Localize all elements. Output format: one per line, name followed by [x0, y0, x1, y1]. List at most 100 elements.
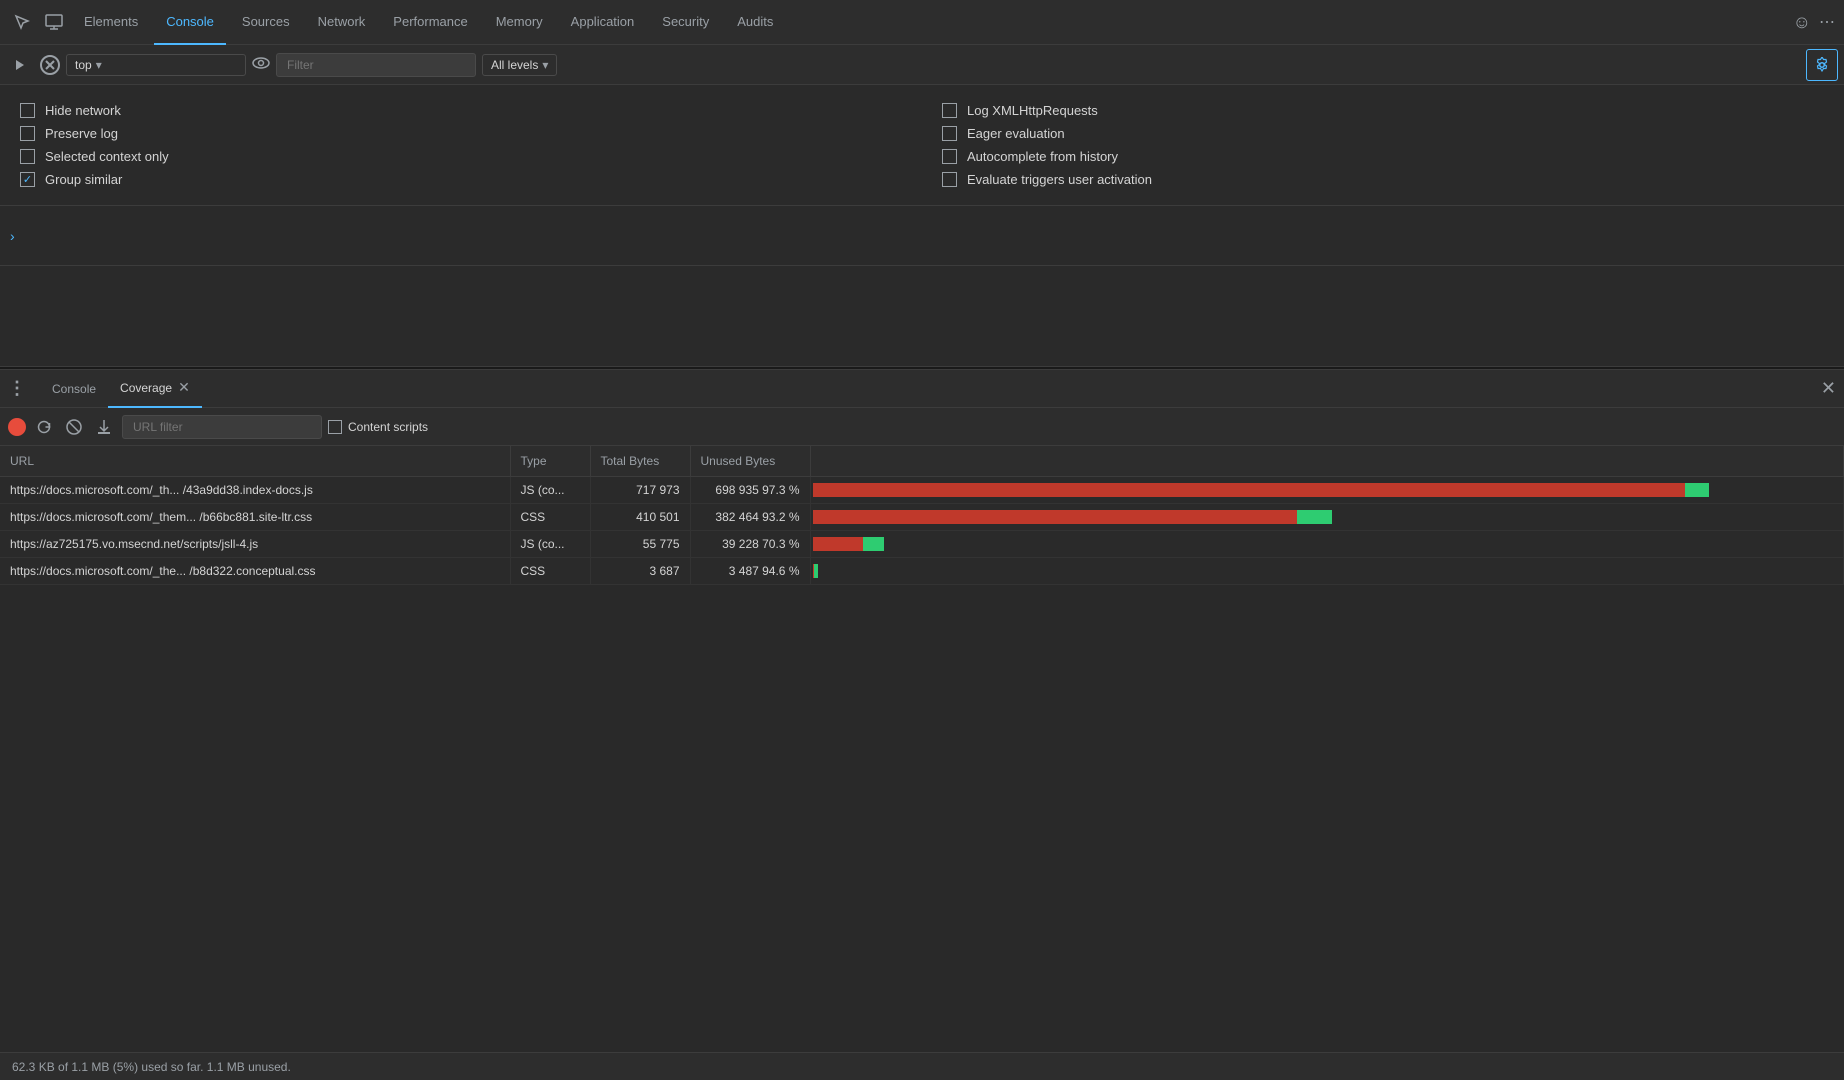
- panel-menu-icon[interactable]: ⋮: [8, 378, 28, 399]
- tab-elements[interactable]: Elements: [72, 0, 150, 45]
- selected-context-checkbox[interactable]: [20, 149, 35, 164]
- tab-application[interactable]: Application: [559, 0, 647, 45]
- tab-console[interactable]: Console: [154, 0, 226, 45]
- cell-total-bytes: 717 973: [590, 477, 690, 504]
- log-xmlhttp-label: Log XMLHttpRequests: [967, 103, 1098, 118]
- eye-icon[interactable]: [252, 56, 270, 74]
- table-header-row: URL Type Total Bytes Unused Bytes: [0, 446, 1844, 477]
- cell-unused-bytes: 39 228 70.3 %: [690, 531, 810, 558]
- tab-security[interactable]: Security: [650, 0, 721, 45]
- cursor-icon[interactable]: [8, 8, 36, 36]
- eager-eval-label: Eager evaluation: [967, 126, 1065, 141]
- setting-selected-context[interactable]: Selected context only: [20, 145, 902, 168]
- table-row[interactable]: https://docs.microsoft.com/_them... /b66…: [0, 504, 1844, 531]
- col-header-unused[interactable]: Unused Bytes: [690, 446, 810, 477]
- hide-network-label: Hide network: [45, 103, 121, 118]
- stop-button[interactable]: [62, 415, 86, 439]
- bar-unused-segment: [813, 537, 863, 551]
- levels-chevron-icon: ▾: [542, 58, 548, 72]
- console-toolbar: top ▾ All levels ▾: [0, 45, 1844, 85]
- url-filter-input[interactable]: [122, 415, 322, 439]
- tab-coverage[interactable]: Coverage ✕: [108, 370, 202, 408]
- expand-icon[interactable]: [6, 51, 34, 79]
- refresh-button[interactable]: [32, 415, 56, 439]
- cell-usage-bar: [810, 477, 1844, 504]
- coverage-tab-close-icon[interactable]: ✕: [178, 379, 190, 396]
- levels-selector[interactable]: All levels ▾: [482, 54, 557, 76]
- preserve-log-checkbox[interactable]: [20, 126, 35, 141]
- record-button[interactable]: [8, 418, 26, 436]
- settings-right: Log XMLHttpRequests Eager evaluation Aut…: [942, 99, 1824, 191]
- more-icon[interactable]: ⋯: [1819, 12, 1836, 32]
- cell-type: CSS: [510, 504, 590, 531]
- download-button[interactable]: [92, 415, 116, 439]
- prompt-arrow-icon: ›: [10, 228, 15, 244]
- status-text: 62.3 KB of 1.1 MB (5%) used so far. 1.1 …: [12, 1060, 291, 1074]
- eager-eval-checkbox[interactable]: [942, 126, 957, 141]
- bar-unused-segment: [813, 483, 1686, 497]
- settings-left: Hide network Preserve log Selected conte…: [20, 99, 902, 191]
- cell-unused-bytes: 3 487 94.6 %: [690, 558, 810, 585]
- setting-autocomplete[interactable]: Autocomplete from history: [942, 145, 1824, 168]
- autocomplete-label: Autocomplete from history: [967, 149, 1118, 164]
- cell-usage-bar: [810, 558, 1844, 585]
- usage-bar: [813, 510, 1333, 524]
- screen-icon[interactable]: [40, 8, 68, 36]
- console-tab-label: Console: [52, 382, 96, 396]
- table-row[interactable]: https://docs.microsoft.com/_the... /b8d3…: [0, 558, 1844, 585]
- coverage-tab-label: Coverage: [120, 381, 172, 395]
- settings-panel: Hide network Preserve log Selected conte…: [0, 85, 1844, 206]
- usage-bar: [813, 483, 1710, 497]
- selected-context-label: Selected context only: [45, 149, 169, 164]
- gear-button[interactable]: [1806, 49, 1838, 81]
- cell-usage-bar: [810, 504, 1844, 531]
- content-scripts-label-text: Content scripts: [348, 420, 428, 434]
- setting-log-xmlhttp[interactable]: Log XMLHttpRequests: [942, 99, 1824, 122]
- col-header-url[interactable]: URL: [0, 446, 510, 477]
- clear-console-icon[interactable]: [40, 55, 60, 75]
- tab-console-bottom[interactable]: Console: [40, 370, 108, 408]
- status-bar: 62.3 KB of 1.1 MB (5%) used so far. 1.1 …: [0, 1052, 1844, 1080]
- group-similar-checkbox[interactable]: [20, 172, 35, 187]
- setting-eager-eval[interactable]: Eager evaluation: [942, 122, 1824, 145]
- cell-unused-bytes: 382 464 93.2 %: [690, 504, 810, 531]
- evaluate-triggers-checkbox[interactable]: [942, 172, 957, 187]
- tab-audits[interactable]: Audits: [725, 0, 785, 45]
- tab-memory[interactable]: Memory: [484, 0, 555, 45]
- bar-unused-segment: [813, 510, 1298, 524]
- context-value: top: [75, 58, 92, 72]
- bar-used-segment: [814, 564, 818, 578]
- cell-type: CSS: [510, 558, 590, 585]
- smiley-icon[interactable]: ☺: [1793, 12, 1811, 33]
- hide-network-checkbox[interactable]: [20, 103, 35, 118]
- col-header-bar: [810, 446, 1844, 477]
- setting-evaluate-triggers[interactable]: Evaluate triggers user activation: [942, 168, 1824, 191]
- toolbar-right: ☺ ⋯: [1793, 12, 1836, 33]
- bar-used-segment: [863, 537, 884, 551]
- table-row[interactable]: https://az725175.vo.msecnd.net/scripts/j…: [0, 531, 1844, 558]
- log-xmlhttp-checkbox[interactable]: [942, 103, 957, 118]
- close-panel-button[interactable]: ✕: [1821, 378, 1836, 399]
- autocomplete-checkbox[interactable]: [942, 149, 957, 164]
- bar-used-segment: [1297, 510, 1332, 524]
- console-input-area: ›: [0, 206, 1844, 266]
- coverage-toolbar: Content scripts: [0, 408, 1844, 446]
- cell-total-bytes: 3 687: [590, 558, 690, 585]
- console-output-area: [0, 266, 1844, 366]
- col-header-total[interactable]: Total Bytes: [590, 446, 690, 477]
- setting-preserve-log[interactable]: Preserve log: [20, 122, 902, 145]
- setting-group-similar[interactable]: Group similar: [20, 168, 902, 191]
- tab-performance[interactable]: Performance: [381, 0, 479, 45]
- content-scripts-checkbox-label[interactable]: Content scripts: [328, 420, 428, 434]
- context-selector[interactable]: top ▾: [66, 54, 246, 76]
- filter-input[interactable]: [276, 53, 476, 77]
- col-header-type[interactable]: Type: [510, 446, 590, 477]
- levels-value: All levels: [491, 58, 538, 72]
- tab-sources[interactable]: Sources: [230, 0, 302, 45]
- content-scripts-checkbox[interactable]: [328, 420, 342, 434]
- chevron-down-icon: ▾: [96, 58, 102, 72]
- table-row[interactable]: https://docs.microsoft.com/_th... /43a9d…: [0, 477, 1844, 504]
- tab-network[interactable]: Network: [306, 0, 378, 45]
- setting-hide-network[interactable]: Hide network: [20, 99, 902, 122]
- cell-unused-bytes: 698 935 97.3 %: [690, 477, 810, 504]
